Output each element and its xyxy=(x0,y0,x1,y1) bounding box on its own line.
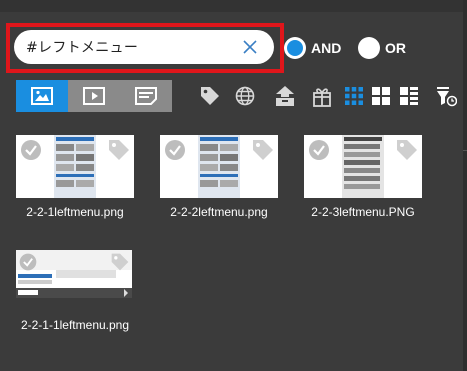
video-icon xyxy=(83,87,105,105)
tag-icon[interactable] xyxy=(110,252,130,272)
file-name: 2-2-1leftmenu.png xyxy=(26,205,124,219)
and-radio-circle[interactable] xyxy=(284,37,306,59)
tab-documents[interactable] xyxy=(120,80,172,112)
tag-icon[interactable] xyxy=(107,138,131,162)
large-grid-icon xyxy=(372,87,390,105)
and-radio[interactable]: AND xyxy=(284,37,341,59)
file-thumbnail-4[interactable]: 2-2-1-1leftmenu.png xyxy=(14,250,132,334)
tab-videos[interactable] xyxy=(68,80,120,112)
clear-search-icon[interactable] xyxy=(242,39,258,55)
thumbnail-image xyxy=(304,135,422,198)
tag-icon[interactable] xyxy=(395,138,419,162)
globe-icon xyxy=(235,86,255,106)
upload-button[interactable] xyxy=(273,84,297,108)
select-check-icon[interactable] xyxy=(163,138,187,162)
select-check-icon[interactable] xyxy=(18,252,38,272)
file-name: 2-2-2leftmenu.png xyxy=(170,205,268,219)
or-radio-label: OR xyxy=(385,40,406,56)
or-radio[interactable]: OR xyxy=(358,37,406,59)
right-edge-divider xyxy=(463,150,467,151)
thumbnail-image xyxy=(16,250,132,298)
top-strip xyxy=(0,0,467,12)
media-type-tabs xyxy=(16,80,172,112)
tag-icon xyxy=(201,87,219,105)
upload-box-icon xyxy=(276,86,294,106)
thumbnail-image xyxy=(160,135,278,198)
list-view-icon xyxy=(400,87,418,105)
file-thumbnail-2[interactable]: 2-2-2leftmenu.png xyxy=(160,135,278,219)
image-icon xyxy=(31,87,53,105)
search-input-value: #レフトメニュー xyxy=(26,40,139,56)
file-name: 2-2-1-1leftmenu.png xyxy=(20,318,130,332)
select-check-icon[interactable] xyxy=(307,138,331,162)
tab-images[interactable] xyxy=(16,80,68,112)
or-radio-circle[interactable] xyxy=(358,37,380,59)
thumbnail-image xyxy=(16,135,134,198)
package-button[interactable] xyxy=(310,84,334,108)
small-grid-icon xyxy=(345,87,363,105)
tag-icon[interactable] xyxy=(251,138,275,162)
file-thumbnail-3[interactable]: 2-2-3leftmenu.PNG xyxy=(304,135,422,219)
search-input[interactable]: #レフトメニュー xyxy=(14,30,274,64)
large-grid-view-button[interactable] xyxy=(369,84,393,108)
gift-box-icon xyxy=(313,88,331,107)
file-name: 2-2-3leftmenu.PNG xyxy=(311,205,415,219)
and-radio-label: AND xyxy=(311,40,342,56)
list-view-button[interactable] xyxy=(397,84,421,108)
select-check-icon[interactable] xyxy=(19,138,43,162)
sort-filter-icon xyxy=(437,87,457,107)
small-grid-view-button[interactable] xyxy=(342,84,366,108)
web-button[interactable] xyxy=(233,84,257,108)
tag-filter-button[interactable] xyxy=(198,84,222,108)
file-thumbnail-1[interactable]: 2-2-1leftmenu.png xyxy=(16,135,134,219)
right-scroll-edge[interactable] xyxy=(463,0,467,371)
sort-filter-button[interactable] xyxy=(434,84,458,108)
document-icon xyxy=(135,87,157,105)
